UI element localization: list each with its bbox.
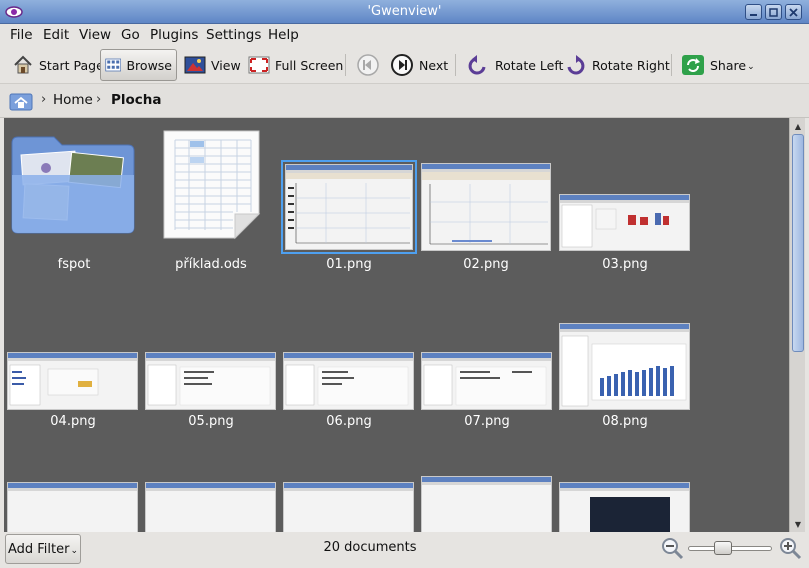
home-folder-icon[interactable] [9, 91, 33, 111]
image-view-icon [184, 56, 206, 74]
screenshot-thumbnail [283, 352, 414, 410]
add-filter-label: Add Filter [7, 541, 70, 557]
zoom-slider-handle[interactable] [714, 541, 732, 555]
minimize-icon [750, 13, 757, 16]
spreadsheet-document-icon [163, 130, 261, 240]
rotate-right-button[interactable]: Rotate Right [559, 49, 674, 81]
minimize-button[interactable] [745, 4, 762, 20]
previous-icon [357, 54, 379, 76]
rotate-right-label: Rotate Right [592, 57, 670, 73]
browse-label: Browse [126, 57, 172, 73]
zoom-slider[interactable] [688, 541, 772, 555]
screenshot-thumbnail [559, 323, 690, 410]
screenshot-thumbnail [421, 352, 552, 410]
share-label: Share [710, 57, 747, 73]
next-button[interactable]: Next [386, 49, 452, 81]
full-screen-button[interactable]: Full Screen [244, 49, 347, 81]
screenshot-thumbnail [421, 163, 551, 251]
menu-edit[interactable]: Edit [43, 27, 69, 43]
item-label: 03.png [602, 257, 648, 272]
chevron-down-icon: ⌄ [70, 546, 79, 556]
scroll-down-icon[interactable]: ▼ [791, 517, 805, 531]
chevron-right-icon: › [41, 92, 47, 107]
rotate-left-icon [468, 55, 486, 75]
breadcrumb-home[interactable]: Home [53, 92, 93, 108]
item-label: 08.png [602, 414, 648, 429]
next-label: Next [419, 57, 449, 73]
thumbnail-view: fspot příklad.ods 01.png 02.png 03.png 0… [4, 118, 789, 532]
zoom-out-icon[interactable] [660, 536, 684, 560]
item-label: příklad.ods [175, 257, 247, 272]
start-page-label: Start Page [39, 57, 104, 73]
screenshot-thumbnail [7, 352, 138, 410]
full-screen-icon [248, 56, 270, 74]
thumbnail-item-partial[interactable] [421, 476, 552, 532]
menu-bar: File Edit View Go Plugins Settings Help [0, 24, 809, 46]
title-bar: 'Gwenview' [0, 0, 809, 24]
item-label: 06.png [326, 414, 372, 429]
menu-go[interactable]: Go [121, 27, 140, 43]
item-label: 04.png [50, 414, 96, 429]
close-icon [789, 7, 798, 17]
thumbnail-item-partial[interactable] [559, 482, 690, 532]
breadcrumb-current: Plocha [111, 92, 162, 108]
view-button[interactable]: View [180, 49, 245, 81]
previous-button[interactable] [352, 49, 389, 81]
main-toolbar: Start Page Browse View Full Screen Next … [0, 46, 809, 84]
status-bar: Add Filter ⌄ 20 documents [0, 532, 809, 568]
scroll-up-icon[interactable]: ▲ [791, 119, 805, 133]
thumbnail-item-partial[interactable] [145, 482, 276, 532]
item-label: 02.png [463, 257, 509, 272]
menu-view[interactable]: View [79, 27, 111, 43]
menu-help[interactable]: Help [268, 27, 299, 43]
vertical-scrollbar[interactable]: ▲ ▼ [789, 118, 805, 532]
rotate-left-label: Rotate Left [495, 57, 564, 73]
screenshot-thumbnail [559, 194, 690, 251]
item-label: 01.png [326, 257, 372, 272]
zoom-in-icon[interactable] [778, 536, 802, 560]
share-button[interactable]: Share ⌄ [677, 49, 759, 81]
chevron-right-icon: › [96, 92, 102, 107]
close-button[interactable] [785, 4, 802, 20]
add-filter-button[interactable]: Add Filter ⌄ [5, 534, 81, 564]
rotate-right-icon [567, 55, 585, 75]
menu-settings[interactable]: Settings [206, 27, 261, 43]
toolbar-separator [455, 54, 456, 76]
menu-file[interactable]: File [10, 27, 33, 43]
next-icon [391, 54, 413, 76]
maximize-icon [769, 7, 778, 17]
start-page-button[interactable]: Start Page [8, 49, 108, 81]
toolbar-separator [345, 54, 346, 76]
maximize-button[interactable] [765, 4, 782, 20]
breadcrumb: › Home › Plocha [0, 84, 809, 118]
item-label: fspot [57, 257, 91, 272]
share-icon [682, 55, 704, 75]
chevron-down-icon: ⌄ [747, 62, 755, 72]
rotate-left-button[interactable]: Rotate Left [462, 49, 567, 81]
folder-icon [11, 136, 135, 234]
browse-button[interactable]: Browse [100, 49, 177, 81]
item-label: 07.png [464, 414, 510, 429]
home-icon [14, 55, 32, 74]
thumbnail-item-partial[interactable] [7, 482, 138, 532]
thumbnail-item-partial[interactable] [283, 482, 414, 532]
browse-grid-icon [105, 58, 122, 72]
menu-plugins[interactable]: Plugins [150, 27, 198, 43]
view-label: View [211, 57, 241, 73]
scrollbar-handle[interactable] [792, 134, 804, 352]
document-count: 20 documents [323, 540, 417, 555]
item-label: 05.png [188, 414, 234, 429]
toolbar-separator [671, 54, 672, 76]
screenshot-thumbnail [145, 352, 276, 410]
full-screen-label: Full Screen [275, 57, 344, 73]
window-title: 'Gwenview' [367, 4, 442, 19]
screenshot-thumbnail [281, 160, 417, 254]
